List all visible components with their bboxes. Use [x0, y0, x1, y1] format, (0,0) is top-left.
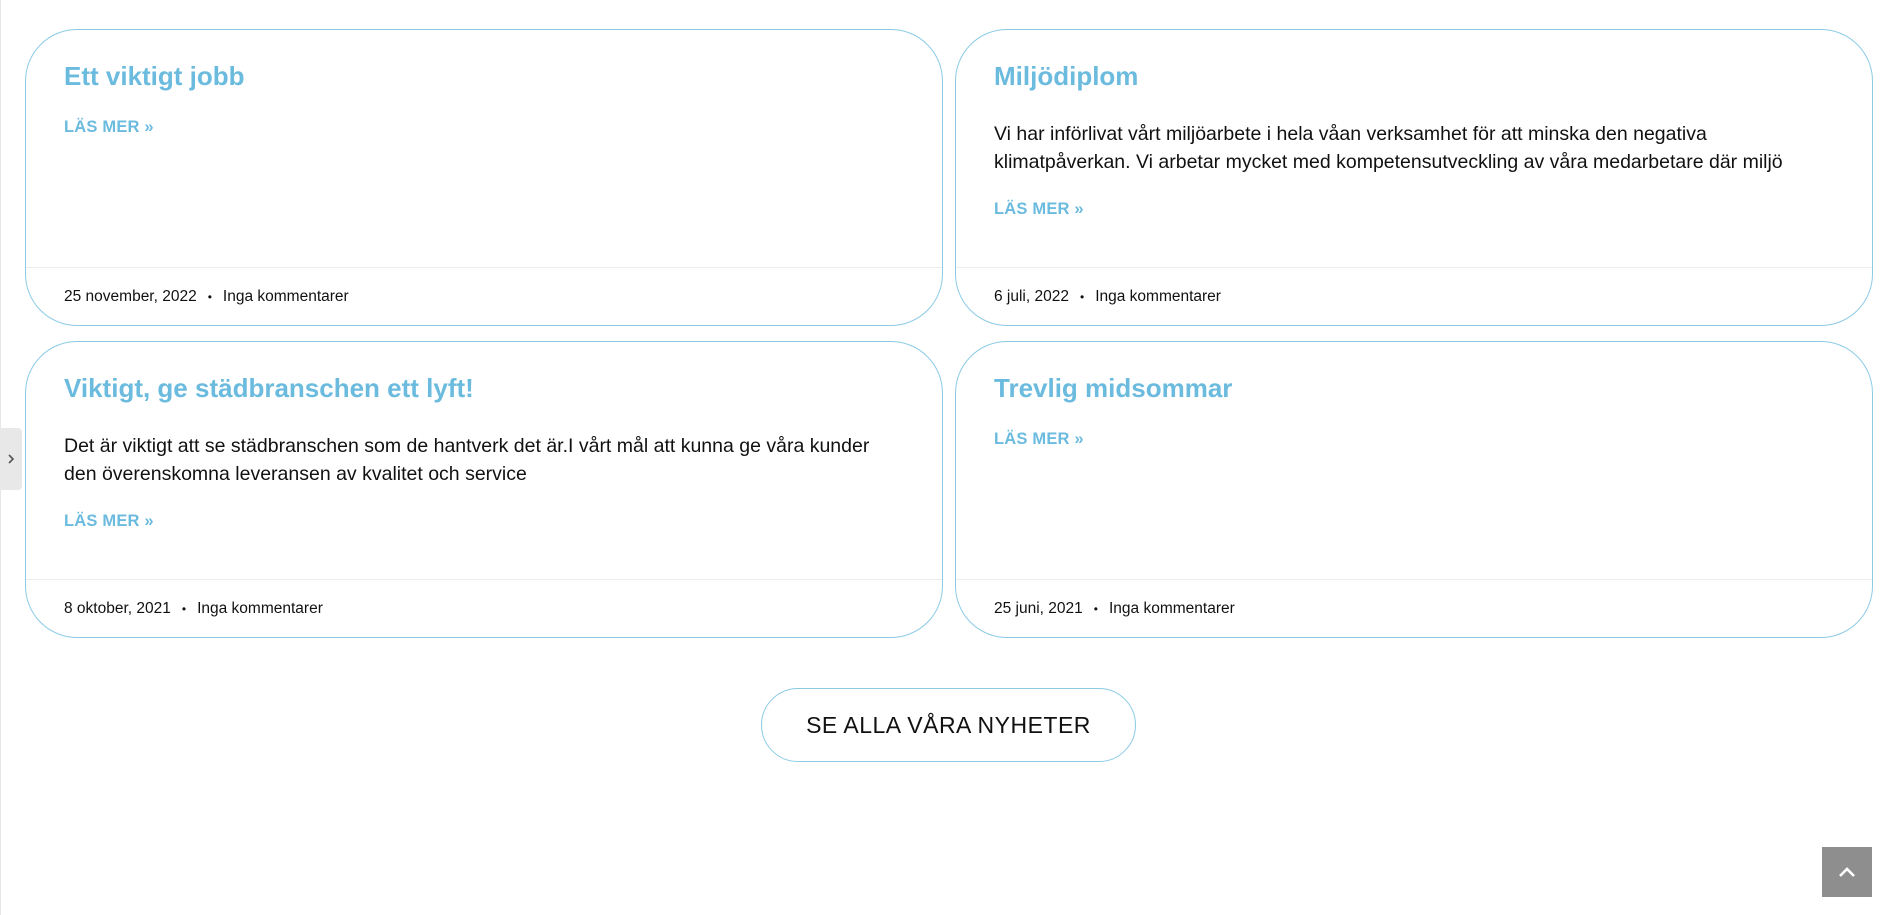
page: Ett viktigt jobb LÄS MER » 25 november, …: [0, 0, 1894, 915]
meta-separator: •: [207, 289, 212, 304]
post-card-body: Ett viktigt jobb LÄS MER »: [26, 30, 942, 267]
posts-grid: Ett viktigt jobb LÄS MER » 25 november, …: [25, 29, 1873, 638]
post-meta: 6 juli, 2022 • Inga kommentarer: [956, 267, 1872, 325]
chevron-up-icon: [1839, 867, 1855, 877]
post-date: 25 juni, 2021: [994, 599, 1083, 617]
chevron-right-icon: [8, 454, 15, 464]
post-card: Ett viktigt jobb LÄS MER » 25 november, …: [25, 29, 943, 326]
post-title[interactable]: Viktigt, ge städbranschen ett lyft!: [64, 372, 904, 406]
post-meta: 8 oktober, 2021 • Inga kommentarer: [26, 579, 942, 637]
post-date: 8 oktober, 2021: [64, 599, 171, 617]
post-meta: 25 november, 2022 • Inga kommentarer: [26, 267, 942, 325]
post-excerpt: Det är viktigt att se städbranschen som …: [64, 434, 870, 485]
post-comments-link[interactable]: Inga kommentarer: [1109, 600, 1235, 618]
read-more-link[interactable]: LÄS MER »: [994, 200, 1084, 219]
read-more-link[interactable]: LÄS MER »: [64, 512, 154, 531]
post-comments-link[interactable]: Inga kommentarer: [197, 600, 323, 618]
post-card: Trevlig midsommar LÄS MER » 25 juni, 202…: [955, 341, 1873, 638]
post-card: Viktigt, ge städbranschen ett lyft! Det …: [25, 341, 943, 638]
post-title[interactable]: Miljödiplom: [994, 60, 1834, 94]
read-more-link[interactable]: LÄS MER »: [994, 430, 1084, 449]
scroll-to-top-button[interactable]: [1822, 847, 1872, 897]
post-excerpt: Vi har införlivat vårt miljöarbete i hel…: [994, 122, 1783, 173]
meta-separator: •: [1093, 601, 1098, 616]
post-comments-link[interactable]: Inga kommentarer: [1095, 288, 1221, 306]
side-panel-toggle[interactable]: [0, 428, 22, 490]
post-meta: 25 juni, 2021 • Inga kommentarer: [956, 579, 1872, 637]
post-card-body: Miljödiplom Vi har införlivat vårt miljö…: [956, 30, 1872, 267]
post-title[interactable]: Ett viktigt jobb: [64, 60, 904, 94]
post-comments-link[interactable]: Inga kommentarer: [223, 288, 349, 306]
meta-separator: •: [181, 601, 187, 616]
post-title[interactable]: Trevlig midsommar: [994, 372, 1834, 406]
read-more-link[interactable]: LÄS MER »: [64, 118, 154, 137]
post-date: 6 juli, 2022: [994, 287, 1069, 305]
meta-separator: •: [1079, 289, 1085, 304]
all-news-button[interactable]: SE ALLA VÅRA NYHETER: [761, 688, 1136, 762]
post-date: 25 november, 2022: [64, 287, 197, 305]
post-card: Miljödiplom Vi har införlivat vårt miljö…: [955, 29, 1873, 326]
post-card-body: Trevlig midsommar LÄS MER »: [956, 342, 1872, 579]
post-card-body: Viktigt, ge städbranschen ett lyft! Det …: [26, 342, 942, 579]
